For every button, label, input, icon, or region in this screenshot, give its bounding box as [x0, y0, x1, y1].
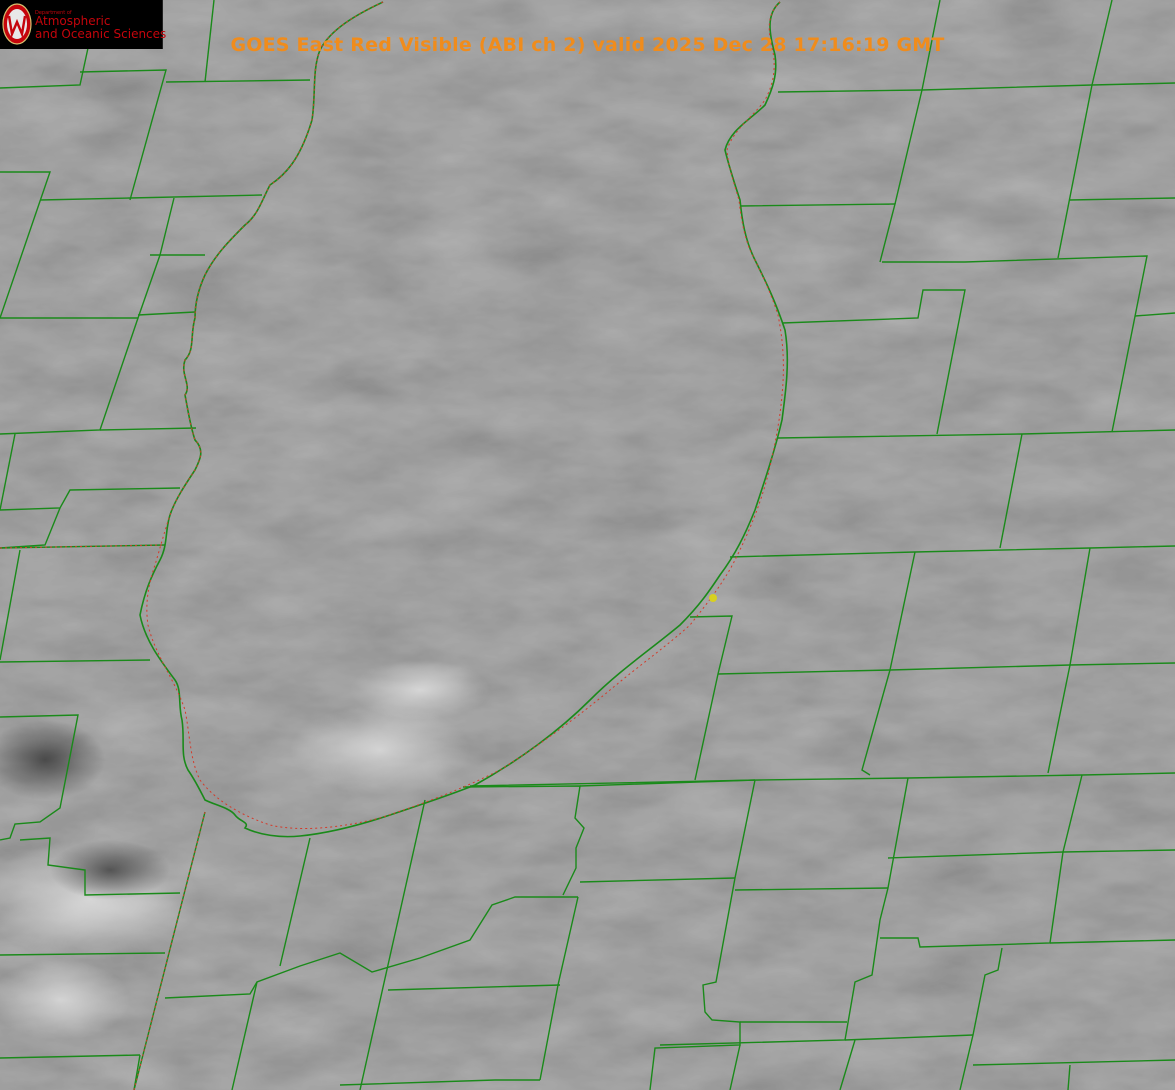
bright-cloud-patch: [350, 660, 490, 720]
logo-line-2: and Oceanic Sciences: [35, 27, 167, 41]
satellite-map: GOES East Red Visible (ABI ch 2) valid 2…: [0, 0, 1175, 1090]
dark-cloud-gap: [50, 840, 170, 900]
location-marker: [709, 594, 717, 602]
map-canvas: [0, 0, 1175, 1090]
aos-logo: Department of Atmospheric and Oceanic Sc…: [0, 0, 167, 49]
bright-cloud-patch: [290, 705, 470, 795]
image-title: GOES East Red Visible (ABI ch 2) valid 2…: [230, 34, 945, 56]
uw-crest-icon: [2, 3, 32, 45]
